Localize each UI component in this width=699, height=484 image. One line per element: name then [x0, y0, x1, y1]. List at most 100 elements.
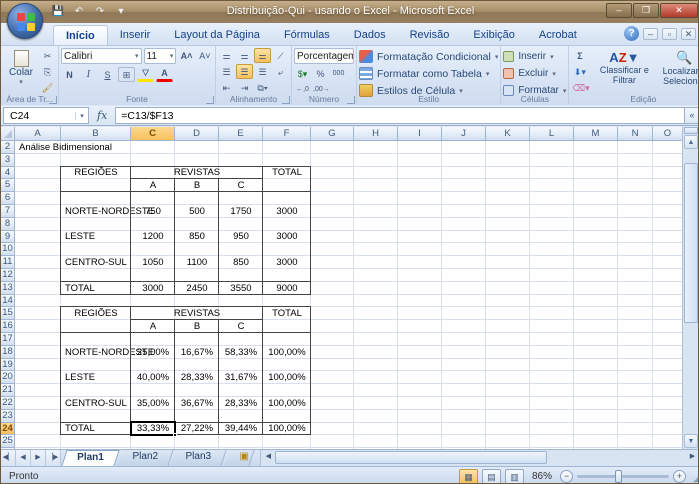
clear-icon[interactable]: ⌫▾: [571, 80, 588, 95]
cell-E18[interactable]: 58,33%: [219, 346, 263, 359]
page-layout-view-icon[interactable]: ▤: [482, 469, 501, 484]
fill-icon[interactable]: ⬇▾: [571, 64, 588, 79]
column-header-e[interactable]: E: [219, 127, 263, 141]
column-header-j[interactable]: J: [442, 127, 486, 141]
alignment-dialog-launcher-icon[interactable]: [282, 96, 290, 104]
column-header-m[interactable]: M: [574, 127, 618, 141]
sheet-tab-plan3[interactable]: Plan3: [171, 450, 227, 466]
increase-indent-icon[interactable]: ⇥: [236, 80, 253, 95]
row-header-4[interactable]: 4: [1, 167, 15, 180]
column-header-l[interactable]: L: [530, 127, 574, 141]
cell-B11[interactable]: CENTRO-SUL: [61, 256, 131, 269]
cell-C7[interactable]: 750: [131, 205, 175, 218]
insert-function-button[interactable]: fx: [89, 109, 115, 122]
cut-icon[interactable]: ✂: [39, 48, 56, 63]
ribbon-close-icon[interactable]: ✕: [681, 28, 696, 40]
tab-dados[interactable]: Dados: [342, 25, 398, 45]
title-bar[interactable]: 💾 ↶ ↷ ▾ Distribuição-Qui - usando o Exce…: [1, 1, 699, 23]
decrease-indent-icon[interactable]: ⇤: [218, 80, 235, 95]
row-header-11[interactable]: 11: [1, 256, 15, 269]
zoom-level[interactable]: 86%: [532, 471, 552, 482]
percent-style-icon[interactable]: %: [312, 66, 329, 81]
column-header-o[interactable]: O: [653, 127, 683, 141]
prev-sheet-icon[interactable]: ◀: [16, 450, 31, 466]
cell-C20[interactable]: 40,00%: [131, 371, 175, 384]
row-header-16[interactable]: 16: [1, 320, 15, 333]
cell-E9[interactable]: 950: [219, 231, 263, 244]
row-header-18[interactable]: 18: [1, 346, 15, 359]
cell-F7[interactable]: 3000: [263, 205, 311, 218]
normal-view-icon[interactable]: ▦: [459, 469, 478, 484]
row-header-24[interactable]: 24: [1, 423, 15, 436]
cell-B20[interactable]: LESTE: [61, 371, 131, 384]
insert-worksheet-icon[interactable]: ▣: [224, 450, 254, 466]
align-bottom-icon[interactable]: ⚌: [254, 48, 271, 63]
expand-formula-bar-icon[interactable]: «: [684, 107, 699, 124]
wrap-text-icon[interactable]: ⤶: [272, 64, 289, 79]
orientation-icon[interactable]: ⟋: [272, 48, 289, 63]
row-header-25[interactable]: 25: [1, 435, 15, 448]
resize-grip[interactable]: ◢: [693, 473, 699, 484]
office-button[interactable]: [7, 3, 43, 39]
scroll-right-icon[interactable]: ▶: [686, 451, 699, 464]
column-header-k[interactable]: K: [486, 127, 530, 141]
row-header-14[interactable]: 14: [1, 295, 15, 308]
tab-inserir[interactable]: Inserir: [108, 25, 163, 45]
tab-layout-da-pagina[interactable]: Layout da Página: [162, 25, 272, 45]
row-header-19[interactable]: 19: [1, 359, 15, 372]
cell-D22[interactable]: 36,67%: [175, 397, 219, 410]
row-header-22[interactable]: 22: [1, 397, 15, 410]
column-header-h[interactable]: H: [354, 127, 398, 141]
selected-cell-outline[interactable]: [130, 421, 176, 437]
zoom-in-icon[interactable]: +: [673, 470, 686, 483]
cell-E20[interactable]: 31,67%: [219, 371, 263, 384]
row-header-20[interactable]: 20: [1, 371, 15, 384]
scroll-down-icon[interactable]: ▼: [684, 434, 698, 448]
page-break-view-icon[interactable]: ▥: [505, 469, 524, 484]
cell-F9[interactable]: 3000: [263, 231, 311, 244]
cell-B15[interactable]: REGIÕES: [61, 307, 131, 320]
fill-handle[interactable]: [173, 433, 177, 437]
cell-D9[interactable]: 850: [175, 231, 219, 244]
cell-F11[interactable]: 3000: [263, 256, 311, 269]
autosum-icon[interactable]: Σ: [571, 48, 588, 63]
zoom-slider[interactable]: [577, 475, 669, 478]
cell-F4[interactable]: TOTAL: [263, 167, 311, 180]
row-header-23[interactable]: 23: [1, 410, 15, 423]
cell-C9[interactable]: 1200: [131, 231, 175, 244]
merge-center-icon[interactable]: ⧉▾: [254, 80, 271, 95]
align-right-icon[interactable]: ☰: [254, 64, 271, 79]
column-header-d[interactable]: D: [175, 127, 219, 141]
clipboard-dialog-launcher-icon[interactable]: [49, 96, 57, 104]
cell-E22[interactable]: 28,33%: [219, 397, 263, 410]
formula-input[interactable]: =C13/$F13: [115, 107, 684, 124]
row-header-21[interactable]: 21: [1, 384, 15, 397]
row-header-5[interactable]: 5: [1, 179, 15, 192]
format-painter-icon[interactable]: 🖌: [39, 80, 56, 95]
column-header-f[interactable]: F: [263, 127, 311, 141]
font-dialog-launcher-icon[interactable]: [206, 96, 214, 104]
tab-inicio[interactable]: Início: [53, 25, 108, 45]
vertical-scroll-thumb[interactable]: [684, 163, 698, 323]
first-sheet-icon[interactable]: ◀▏: [1, 450, 16, 466]
number-dialog-launcher-icon[interactable]: [347, 96, 355, 104]
cell-D20[interactable]: 28,33%: [175, 371, 219, 384]
worksheet-grid[interactable]: ABCDEFGHIJKLMNO2345678910111213141516171…: [1, 127, 684, 449]
row-header-15[interactable]: 15: [1, 307, 15, 320]
select-all-corner[interactable]: [1, 127, 15, 141]
cell-C11[interactable]: 1050: [131, 256, 175, 269]
font-color-icon[interactable]: A: [156, 67, 173, 82]
grow-font-icon[interactable]: A˄: [178, 48, 194, 63]
row-header-6[interactable]: 6: [1, 192, 15, 205]
tab-acrobat[interactable]: Acrobat: [527, 25, 589, 45]
delete-cells-button[interactable]: Excluir ▾: [503, 65, 566, 82]
column-header-c[interactable]: C: [131, 127, 175, 141]
column-header-n[interactable]: N: [618, 127, 653, 141]
name-box[interactable]: C24 ▾: [3, 107, 89, 124]
sheet-tab-plan2[interactable]: Plan2: [117, 450, 173, 466]
last-sheet-icon[interactable]: ▕▶: [46, 450, 61, 466]
italic-button[interactable]: I: [80, 67, 97, 82]
find-select-button[interactable]: 🔍 Localizar e Selecionar: [653, 48, 699, 95]
row-header-8[interactable]: 8: [1, 218, 15, 231]
minimize-button[interactable]: –: [606, 3, 632, 18]
